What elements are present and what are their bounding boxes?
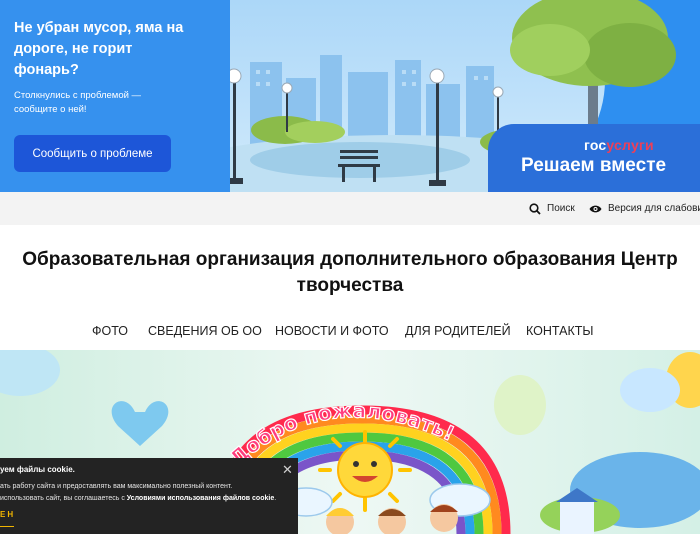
- gosuslugi-logo: госуслуги: [584, 137, 654, 153]
- gosuslugi-banner[interactable]: Не убран мусор, яма на дороге, не горит …: [0, 0, 700, 192]
- nav-item-about[interactable]: СВЕДЕНИЯ ОБ ОО: [148, 324, 262, 338]
- cookie-accept-button[interactable]: ЕН: [0, 510, 15, 519]
- banner-slogan: Решаем вместе: [521, 155, 667, 176]
- search-label: Поиск: [547, 203, 575, 214]
- cookie-terms-link[interactable]: Условиями использования файлов cookie: [127, 495, 274, 502]
- banner-title: Не убран мусор, яма на дороге, не горит …: [14, 20, 184, 78]
- nav-item-parents[interactable]: ДЛЯ РОДИТЕЛЕЙ: [405, 324, 511, 338]
- cookie-text-line-1: ать работу сайта и предоставлять вам мак…: [0, 483, 233, 490]
- banner-subtitle: Столкнулись с проблемой — сообщите о ней…: [14, 90, 142, 115]
- accessibility-label: Версия для слабовидящих: [608, 203, 700, 214]
- report-problem-button[interactable]: Сообщить о проблеме: [14, 135, 171, 172]
- accessibility-version-link[interactable]: Версия для слабовидящих: [589, 192, 700, 225]
- cookie-text-prefix: использовать сайт, вы соглашаетесь с: [0, 495, 127, 502]
- cookie-accept-underline: [0, 526, 14, 527]
- nav-item-contacts[interactable]: КОНТАКТЫ: [526, 324, 593, 338]
- nav-item-photo[interactable]: ФОТО: [92, 324, 128, 338]
- main-nav: ФОТО СВЕДЕНИЯ ОБ ОО НОВОСТИ И ФОТО ДЛЯ Р…: [0, 324, 700, 342]
- cookie-title: уем файлы cookie.: [0, 465, 75, 474]
- search-icon: [529, 202, 541, 215]
- page-title: Образовательная организация дополнительн…: [0, 247, 700, 299]
- cookie-text: ать работу сайта и предоставлять вам мак…: [0, 481, 296, 505]
- eye-icon: [589, 205, 602, 212]
- cookie-text-line-2: использовать сайт, вы соглашаетесь с Усл…: [0, 493, 296, 505]
- logo-part-1: гос: [584, 137, 607, 153]
- page-title-line-2: творчества: [296, 275, 404, 296]
- cookie-banner: уем файлы cookie. ать работу сайта и пре…: [0, 458, 298, 534]
- close-icon[interactable]: ✕: [282, 462, 293, 478]
- utility-bar: Поиск Версия для слабовидящих: [0, 192, 700, 225]
- search-link[interactable]: Поиск: [529, 192, 575, 225]
- cookie-text-suffix: .: [274, 495, 277, 502]
- page-title-line-1: Образовательная организация дополнительн…: [22, 249, 678, 270]
- banner-text-panel: Не убран мусор, яма на дороге, не горит …: [0, 0, 230, 192]
- nav-item-news[interactable]: НОВОСТИ И ФОТО: [275, 324, 389, 338]
- logo-part-2: услуги: [606, 137, 654, 153]
